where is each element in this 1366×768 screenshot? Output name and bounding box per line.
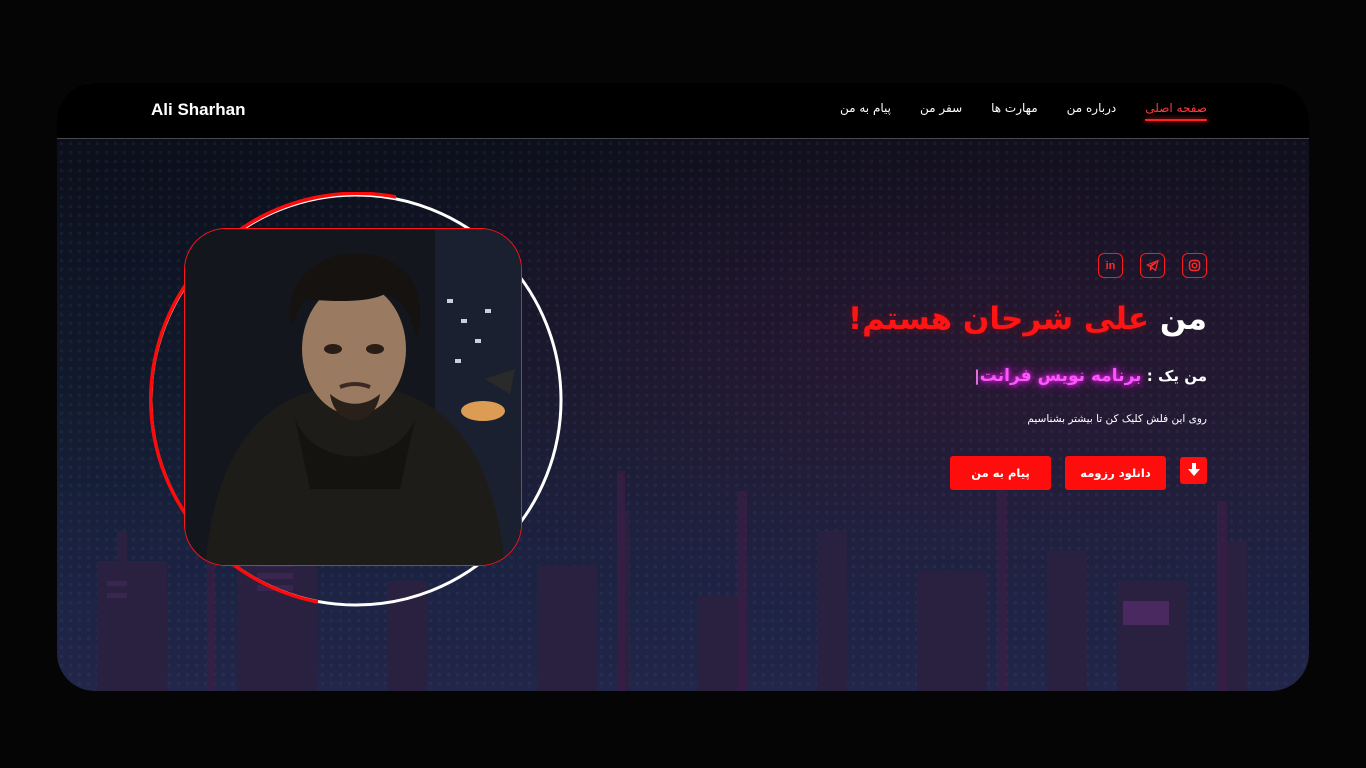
linkedin-icon[interactable]: in	[1098, 253, 1123, 278]
telegram-icon[interactable]	[1140, 253, 1165, 278]
headline-name: علی شرحان هستم!	[847, 301, 1150, 337]
hero-actions: دانلود رزومه پیام به من	[950, 456, 1207, 490]
top-navbar: Ali Sharhan صفحه اصلی درباره من مهارت ها…	[57, 83, 1309, 139]
instagram-icon[interactable]	[1182, 253, 1207, 278]
main-nav: صفحه اصلی درباره من مهارت ها سفر من پیام…	[840, 101, 1207, 121]
headline-prefix: من	[1159, 301, 1207, 337]
nav-item-home[interactable]: صفحه اصلی	[1145, 101, 1207, 121]
social-links: in	[1098, 253, 1207, 278]
role-value: برنامه نویس فرانت	[979, 366, 1142, 386]
nav-item-journey[interactable]: سفر من	[920, 101, 962, 115]
site-logo[interactable]: Ali Sharhan	[151, 100, 245, 120]
nav-item-skills[interactable]: مهارت ها	[991, 101, 1038, 115]
role-prefix: من یک :	[1146, 367, 1207, 385]
page-frame: Ali Sharhan صفحه اصلی درباره من مهارت ها…	[57, 83, 1309, 691]
nav-item-about[interactable]: درباره من	[1067, 101, 1117, 115]
hero-role: من یک : برنامه نویس فرانت|	[974, 366, 1207, 386]
nav-item-contact[interactable]: پیام به من	[840, 101, 891, 115]
message-me-button[interactable]: پیام به من	[950, 456, 1051, 490]
hero-headline: من علی شرحان هستم!	[848, 301, 1207, 337]
profile-avatar	[184, 228, 522, 566]
download-resume-button[interactable]: دانلود رزومه	[1065, 456, 1166, 490]
avatar-illustration	[185, 229, 521, 565]
hero-hint: روی این فلش کلیک کن تا بیشتر بشناسیم	[1027, 413, 1207, 425]
arrow-down-icon[interactable]	[1180, 456, 1207, 484]
